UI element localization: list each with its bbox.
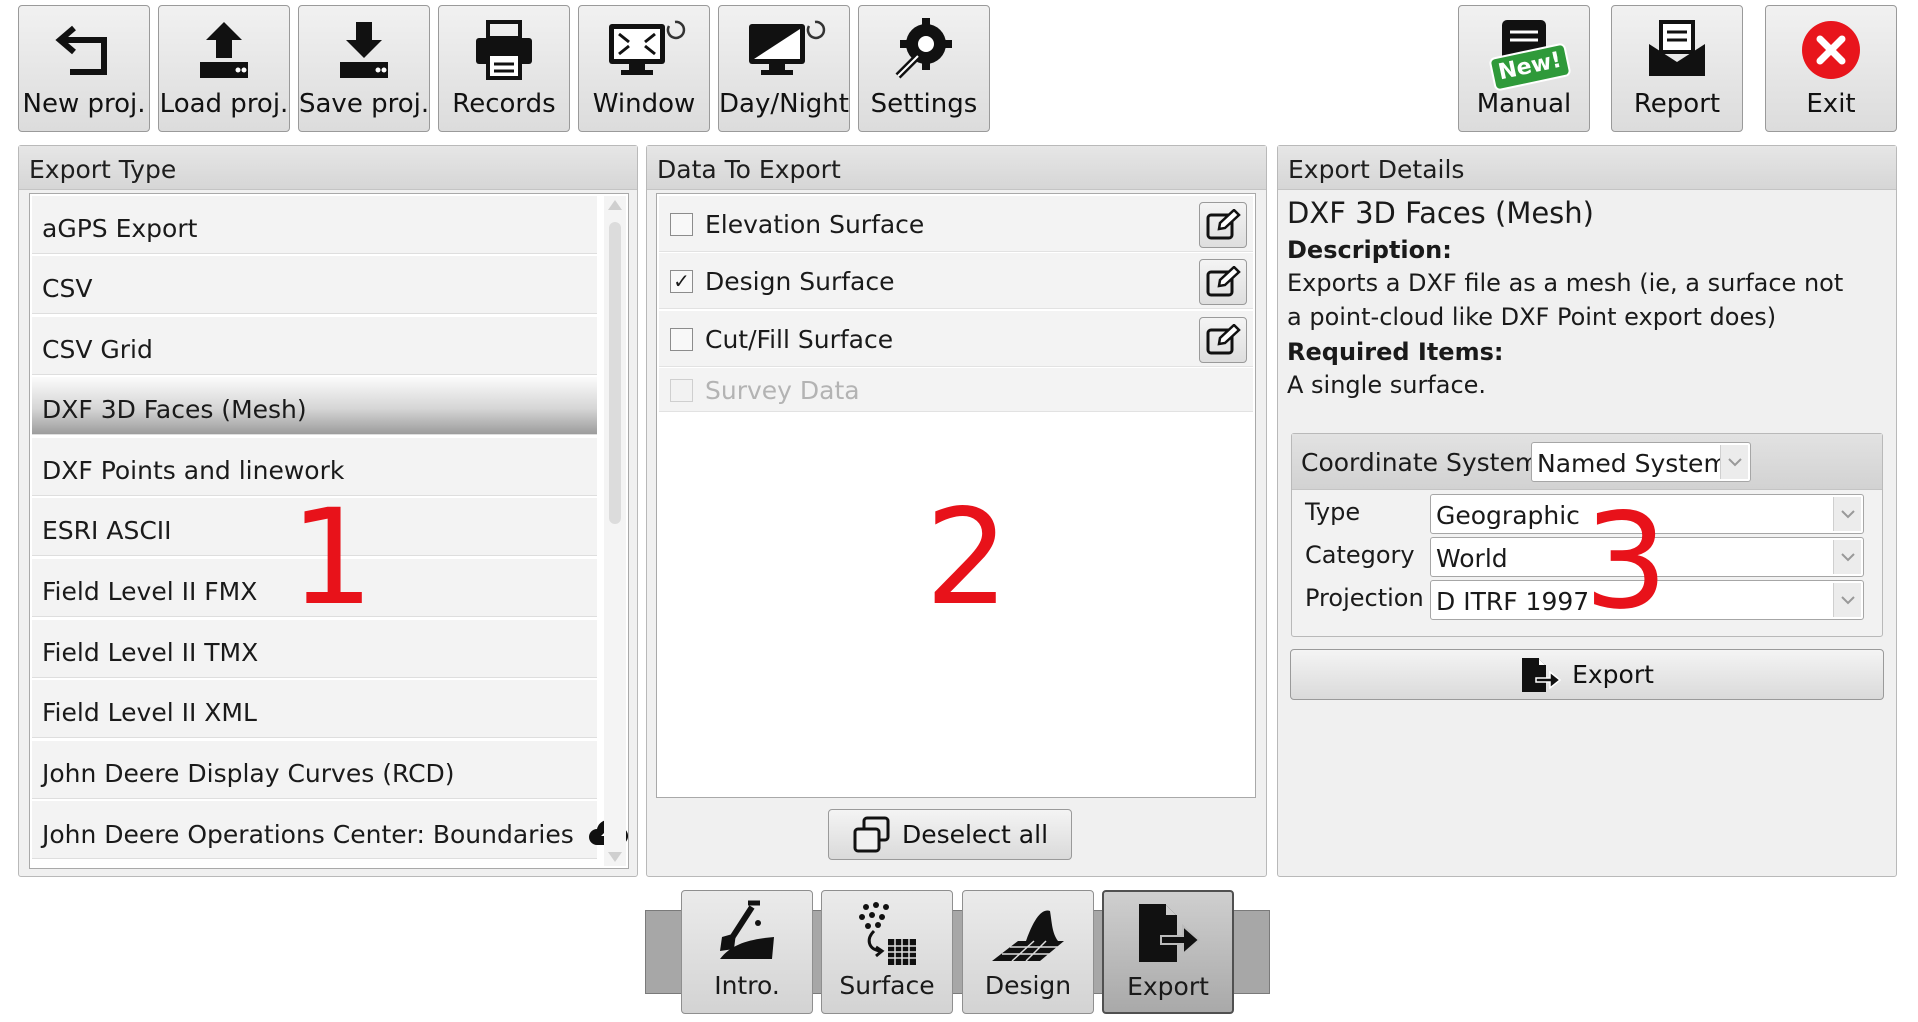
monitor-contrast-icon <box>719 18 849 82</box>
export-details-title: DXF 3D Faces (Mesh) <box>1287 196 1594 230</box>
export-file-icon <box>1522 657 1562 692</box>
exit-close-icon <box>1766 18 1896 82</box>
coordinate-system-label: Coordinate System <box>1301 448 1540 477</box>
elevation-surface-checkbox[interactable] <box>670 213 693 236</box>
export-file-icon <box>1104 900 1232 970</box>
deselect-squares-icon <box>853 816 890 852</box>
design-surface-checkbox[interactable]: ✓ <box>670 270 693 293</box>
data-row-design-surface[interactable]: ✓ Design Surface <box>659 253 1253 309</box>
annotation-number-3: 3 <box>1584 485 1668 639</box>
records-label: Records <box>452 89 556 119</box>
chevron-down-icon <box>1720 445 1748 479</box>
tab-design-label: Design <box>984 971 1072 1000</box>
list-item[interactable]: Field Level II XML <box>32 680 597 738</box>
chevron-down-icon <box>1833 497 1861 531</box>
surface-points-grid-icon <box>822 899 952 969</box>
deselect-all-button[interactable]: Deselect all <box>828 809 1072 860</box>
day-night-button[interactable]: Day/Night <box>718 5 850 132</box>
coordinate-system-header: Coordinate System Named System <box>1292 434 1882 490</box>
settings-button[interactable]: Settings <box>858 5 990 132</box>
list-item[interactable]: CSV <box>32 256 597 314</box>
required-items-text: A single surface. <box>1287 371 1487 399</box>
upload-icon <box>159 18 289 82</box>
printer-icon <box>439 18 569 82</box>
tab-surface-label: Surface <box>839 971 935 1000</box>
list-item[interactable]: aGPS Export <box>32 196 597 254</box>
list-scrollbar[interactable] <box>604 196 626 866</box>
design-terrain-icon <box>963 899 1093 969</box>
window-shrink-icon <box>579 18 709 82</box>
window-label: Window <box>592 89 696 119</box>
records-button[interactable]: Records <box>438 5 570 132</box>
edit-icon <box>1206 324 1241 355</box>
load-project-button[interactable]: Load proj. <box>158 5 290 132</box>
data-row-cut-fill-surface[interactable]: Cut/Fill Surface <box>659 311 1253 367</box>
new-project-button[interactable]: New proj. <box>18 5 150 132</box>
elevation-surface-label: Elevation Surface <box>705 210 925 239</box>
download-icon <box>299 18 429 82</box>
category-label: Category <box>1305 541 1415 569</box>
edit-icon <box>1206 209 1241 240</box>
annotation-number-1: 1 <box>290 481 374 635</box>
save-project-label: Save proj. <box>299 89 430 119</box>
exit-label: Exit <box>1806 89 1856 119</box>
design-surface-label: Design Surface <box>705 267 895 296</box>
export-button-label: Export <box>1572 660 1654 689</box>
gear-wrench-icon <box>859 18 989 82</box>
type-label: Type <box>1305 498 1361 526</box>
chevron-down-icon <box>1833 540 1861 574</box>
scroll-down-arrow-icon[interactable] <box>608 852 622 862</box>
list-scroll-thumb[interactable] <box>609 222 621 524</box>
day-night-label: Day/Night <box>719 89 849 119</box>
list-item[interactable]: John Deere Display Curves (RCD) <box>32 741 597 799</box>
edit-design-surface-button[interactable] <box>1199 259 1247 305</box>
projection-label: Projection <box>1305 584 1424 612</box>
tab-intro[interactable]: Intro. <box>681 890 813 1014</box>
report-envelope-icon <box>1612 18 1742 82</box>
list-item-selected[interactable]: DXF 3D Faces (Mesh) <box>32 377 597 435</box>
data-row-survey-data: Survey Data <box>659 368 1253 412</box>
report-label: Report <box>1633 89 1721 119</box>
edit-icon <box>1206 266 1241 297</box>
export-button[interactable]: Export <box>1290 649 1884 700</box>
data-row-elevation-surface[interactable]: Elevation Surface <box>659 196 1253 252</box>
export-details-header: Export Details <box>1278 146 1896 190</box>
manual-button[interactable]: New! Manual <box>1458 5 1590 132</box>
shovel-icon <box>682 899 812 969</box>
coordinate-mode-select[interactable]: Named System <box>1531 442 1751 482</box>
export-type-header: Export Type <box>19 146 637 190</box>
description-label: Description: <box>1287 236 1452 264</box>
settings-label: Settings <box>870 89 978 119</box>
survey-data-label: Survey Data <box>705 376 860 405</box>
tab-design[interactable]: Design <box>962 890 1094 1014</box>
chevron-down-icon <box>1833 583 1861 617</box>
scroll-up-arrow-icon[interactable] <box>608 200 622 210</box>
description-text: Exports a DXF file as a mesh (ie, a surf… <box>1287 269 1844 331</box>
list-item[interactable]: CSV Grid <box>32 317 597 375</box>
new-project-label: New proj. <box>22 89 146 119</box>
cut-fill-surface-label: Cut/Fill Surface <box>705 325 894 354</box>
edit-elevation-surface-button[interactable] <box>1199 202 1247 248</box>
exit-button[interactable]: Exit <box>1765 5 1897 132</box>
annotation-number-2: 2 <box>925 481 1009 635</box>
load-project-label: Load proj. <box>159 89 289 119</box>
save-project-button[interactable]: Save proj. <box>298 5 430 132</box>
manual-label: Manual <box>1476 89 1572 119</box>
window-button[interactable]: Window <box>578 5 710 132</box>
data-to-export-header: Data To Export <box>647 146 1266 190</box>
tab-export-label: Export <box>1127 972 1209 1001</box>
deselect-all-label: Deselect all <box>901 820 1049 849</box>
cut-fill-surface-checkbox[interactable] <box>670 328 693 351</box>
required-items-label: Required Items: <box>1287 338 1504 366</box>
tab-intro-label: Intro. <box>714 971 780 1000</box>
report-button[interactable]: Report <box>1611 5 1743 132</box>
edit-cut-fill-surface-button[interactable] <box>1199 317 1247 363</box>
tab-surface[interactable]: Surface <box>821 890 953 1014</box>
survey-data-checkbox <box>670 379 693 402</box>
tab-export[interactable]: Export <box>1102 890 1234 1014</box>
undo-arrow-icon <box>19 18 149 82</box>
list-item[interactable]: John Deere Operations Center: Boundaries <box>32 801 628 859</box>
